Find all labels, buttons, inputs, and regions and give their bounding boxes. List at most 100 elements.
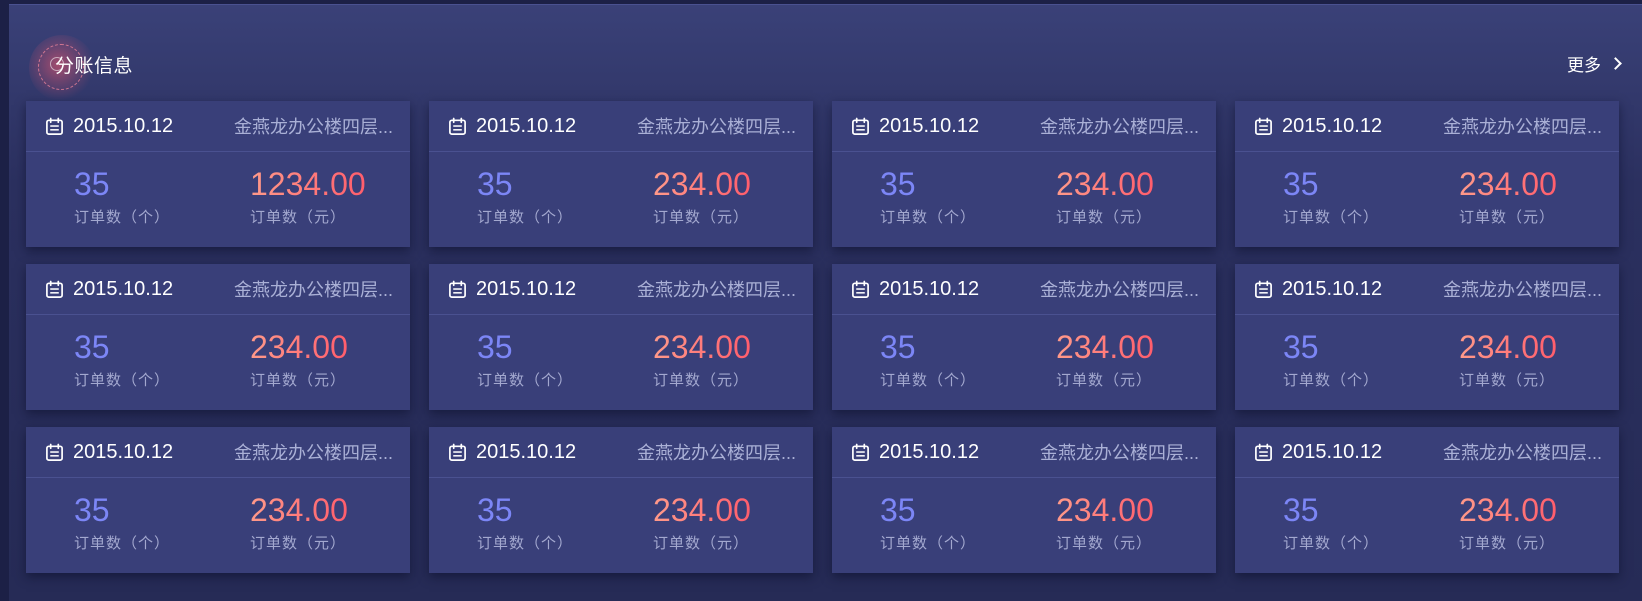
order-amount-label: 订单数（元） [1056,372,1153,389]
order-count-label: 订单数（个） [1283,372,1380,389]
order-amount-stat: 234.00 订单数（元） [1056,164,1154,227]
order-count-stat: 35 订单数（个） [1283,164,1379,227]
account-card[interactable]: 2015.10.12 金燕龙办公楼四层... 35 订单数（个） 234.00 … [1235,101,1619,247]
card-header: 2015.10.12 金燕龙办公楼四层... [429,264,813,315]
card-date: 2015.10.12 [1282,440,1383,463]
card-date-group: 2015.10.12 [1254,441,1382,464]
calendar-icon [449,117,466,135]
order-amount-value: 234.00 [653,166,751,202]
order-count-label: 订单数（个） [1283,535,1380,552]
card-location: 金燕龙办公楼四层... [233,117,393,137]
card-body: 35 订单数（个） 234.00 订单数（元） [832,315,1216,410]
card-location: 金燕龙办公楼四层... [1039,117,1199,137]
order-amount-value: 234.00 [1459,492,1557,528]
order-amount-value: 234.00 [250,492,348,528]
card-date: 2015.10.12 [73,440,174,463]
card-header: 2015.10.12 金燕龙办公楼四层... [26,101,410,152]
calendar-icon [449,443,466,461]
order-amount-value: 234.00 [653,329,751,365]
order-amount-stat: 234.00 订单数（元） [1459,164,1557,227]
order-amount-label: 订单数（元） [653,372,750,389]
order-count-label: 订单数（个） [880,209,977,226]
card-date-group: 2015.10.12 [45,278,173,301]
panel-header: 分账信息 更多 [9,5,1642,101]
order-count-value: 35 [1283,329,1319,365]
card-body: 35 订单数（个） 234.00 订单数（元） [26,315,410,410]
card-date-group: 2015.10.12 [448,115,576,138]
card-date-group: 2015.10.12 [45,115,173,138]
order-amount-stat: 1234.00 订单数（元） [250,164,366,227]
order-amount-stat: 234.00 订单数（元） [1056,490,1154,553]
order-count-value: 35 [74,166,110,202]
account-card[interactable]: 2015.10.12 金燕龙办公楼四层... 35 订单数（个） 234.00 … [429,427,813,573]
more-label: 更多 [1567,56,1601,75]
calendar-icon [852,443,869,461]
account-card[interactable]: 2015.10.12 金燕龙办公楼四层... 35 订单数（个） 234.00 … [429,264,813,410]
card-date: 2015.10.12 [1282,114,1383,137]
order-amount-label: 订单数（元） [250,372,347,389]
card-location: 金燕龙办公楼四层... [1442,443,1602,463]
order-amount-value: 234.00 [1056,329,1154,365]
calendar-icon [449,280,466,298]
order-count-label: 订单数（个） [74,372,171,389]
order-amount-label: 订单数（元） [1459,372,1556,389]
card-location: 金燕龙办公楼四层... [636,280,796,300]
calendar-icon [46,117,63,135]
account-card[interactable]: 2015.10.12 金燕龙办公楼四层... 35 订单数（个） 234.00 … [429,101,813,247]
more-link[interactable]: 更多 [1567,51,1622,76]
order-count-stat: 35 订单数（个） [477,490,573,553]
order-amount-value: 234.00 [1459,329,1557,365]
card-date: 2015.10.12 [1282,277,1383,300]
card-grid: 2015.10.12 金燕龙办公楼四层... 35 订单数（个） 1234.00… [26,101,1619,573]
account-card[interactable]: 2015.10.12 金燕龙办公楼四层... 35 订单数（个） 234.00 … [832,264,1216,410]
order-count-stat: 35 订单数（个） [880,490,976,553]
card-date-group: 2015.10.12 [448,441,576,464]
card-header: 2015.10.12 金燕龙办公楼四层... [1235,264,1619,315]
order-amount-label: 订单数（元） [1459,209,1556,226]
card-body: 35 订单数（个） 234.00 订单数（元） [429,315,813,410]
chevron-right-icon [1609,57,1622,70]
order-count-label: 订单数（个） [880,372,977,389]
account-card[interactable]: 2015.10.12 金燕龙办公楼四层... 35 订单数（个） 234.00 … [832,427,1216,573]
order-count-label: 订单数（个） [477,535,574,552]
order-amount-stat: 234.00 订单数（元） [653,327,751,390]
card-date: 2015.10.12 [476,440,577,463]
account-card[interactable]: 2015.10.12 金燕龙办公楼四层... 35 订单数（个） 234.00 … [832,101,1216,247]
card-body: 35 订单数（个） 234.00 订单数（元） [1235,152,1619,247]
order-count-value: 35 [880,492,916,528]
card-date-group: 2015.10.12 [1254,115,1382,138]
order-amount-stat: 234.00 订单数（元） [1459,490,1557,553]
card-header: 2015.10.12 金燕龙办公楼四层... [429,427,813,478]
card-date: 2015.10.12 [73,114,174,137]
calendar-icon [1255,117,1272,135]
account-card[interactable]: 2015.10.12 金燕龙办公楼四层... 35 订单数（个） 1234.00… [26,101,410,247]
card-body: 35 订单数（个） 234.00 订单数（元） [429,152,813,247]
card-header: 2015.10.12 金燕龙办公楼四层... [26,264,410,315]
order-amount-value: 234.00 [1056,492,1154,528]
order-count-value: 35 [74,492,110,528]
order-amount-value: 234.00 [250,329,348,365]
order-count-stat: 35 订单数（个） [74,327,170,390]
order-count-label: 订单数（个） [880,535,977,552]
account-card[interactable]: 2015.10.12 金燕龙办公楼四层... 35 订单数（个） 234.00 … [1235,264,1619,410]
card-date: 2015.10.12 [476,114,577,137]
order-count-stat: 35 订单数（个） [74,164,170,227]
card-date-group: 2015.10.12 [851,115,979,138]
card-date-group: 2015.10.12 [1254,278,1382,301]
calendar-icon [852,280,869,298]
order-amount-label: 订单数（元） [250,535,347,552]
order-count-stat: 35 订单数（个） [1283,490,1379,553]
card-date: 2015.10.12 [476,277,577,300]
order-amount-label: 订单数（元） [1459,535,1556,552]
card-location: 金燕龙办公楼四层... [1039,280,1199,300]
card-date: 2015.10.12 [73,277,174,300]
account-card[interactable]: 2015.10.12 金燕龙办公楼四层... 35 订单数（个） 234.00 … [26,264,410,410]
order-amount-stat: 234.00 订单数（元） [1459,327,1557,390]
order-count-stat: 35 订单数（个） [880,327,976,390]
account-card[interactable]: 2015.10.12 金燕龙办公楼四层... 35 订单数（个） 234.00 … [1235,427,1619,573]
calendar-icon [46,443,63,461]
order-count-value: 35 [1283,492,1319,528]
order-count-label: 订单数（个） [477,372,574,389]
account-card[interactable]: 2015.10.12 金燕龙办公楼四层... 35 订单数（个） 234.00 … [26,427,410,573]
order-amount-value: 234.00 [653,492,751,528]
